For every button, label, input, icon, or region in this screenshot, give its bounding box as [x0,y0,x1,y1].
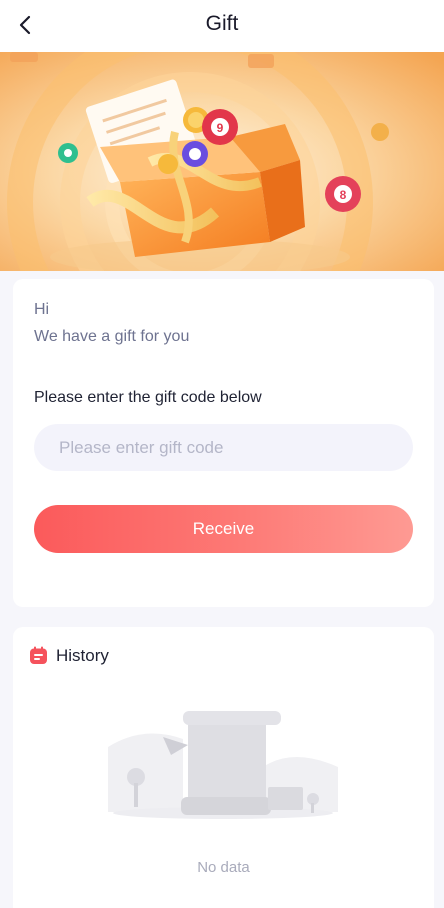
history-title: History [56,646,109,665]
gift-code-label: Please enter the gift code below [34,389,262,406]
svg-text:9: 9 [217,121,224,135]
page-title: Gift [205,12,239,35]
greeting-hi: Hi [34,301,50,318]
history-card: History No data [13,627,434,908]
top-bar: Gift [0,0,444,52]
svg-text:8: 8 [340,188,347,202]
gift-code-card: Hi We have a gift for you Please enter t… [13,279,434,607]
gift-box-illustration: 9 8 [0,52,444,271]
receive-button[interactable]: Receive [34,505,413,553]
gift-code-input[interactable] [34,424,413,471]
calendar-icon [30,646,47,664]
gift-banner: 9 8 [0,52,444,271]
empty-state-text: No data [197,859,250,876]
greeting-message: We have a gift for you [34,328,190,345]
empty-scroll-illustration [108,711,338,819]
